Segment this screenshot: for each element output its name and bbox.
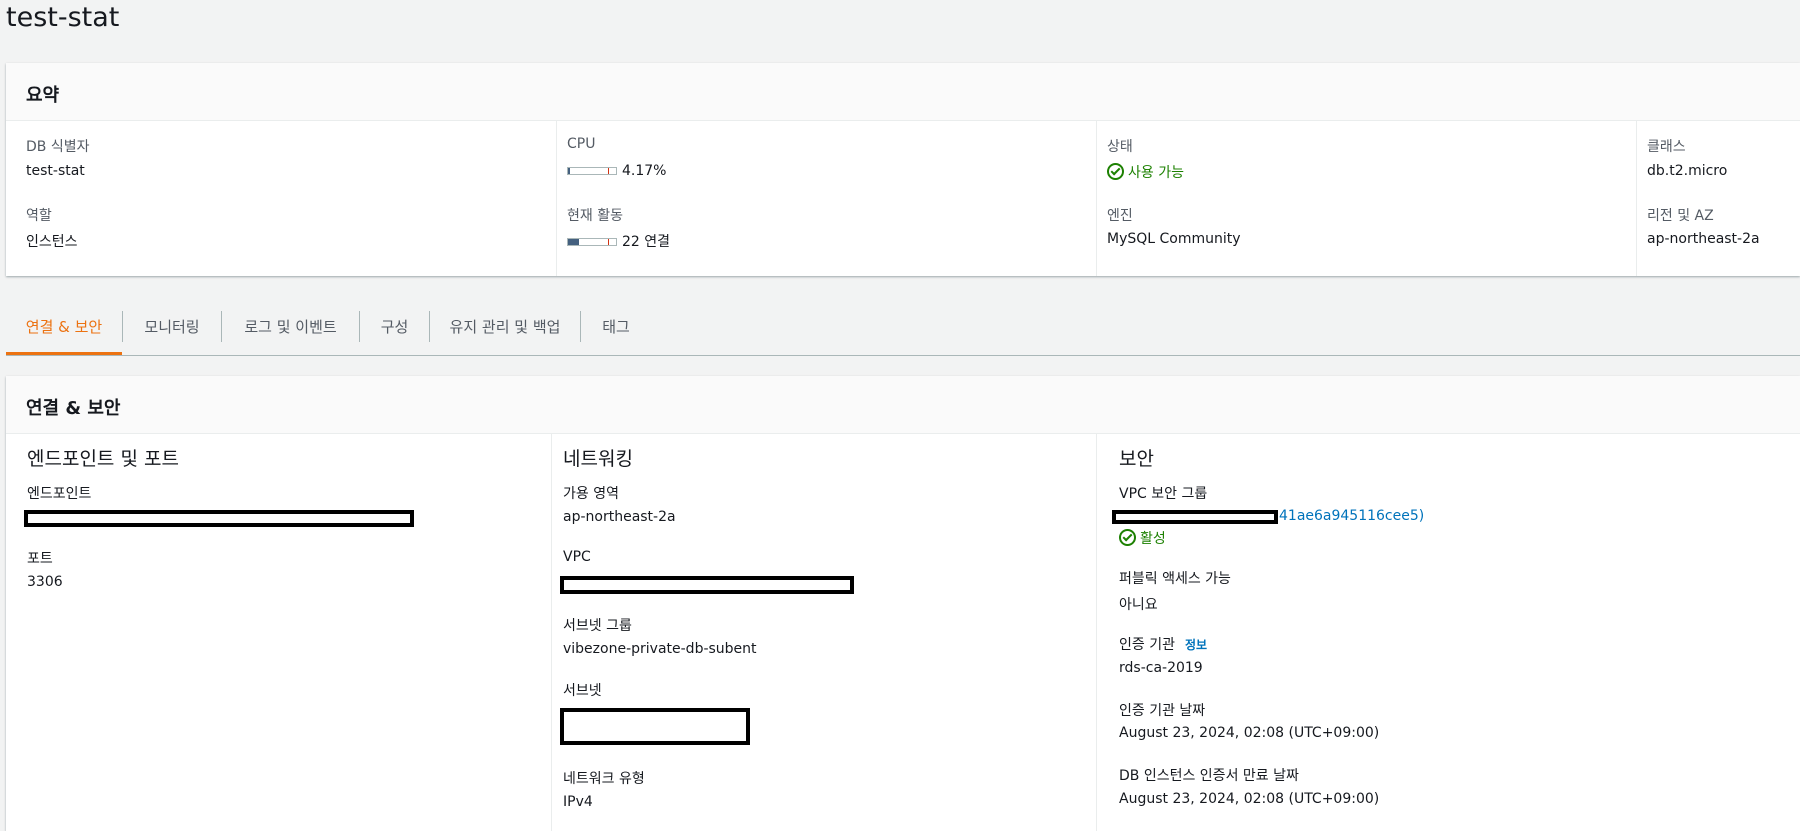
status-label: 상태 (1107, 139, 1133, 155)
cpu-meter-threshold (608, 168, 609, 174)
tab-connectivity-security[interactable]: 연결 & 보안 (6, 297, 122, 355)
vpc-value-redacted[interactable] (560, 576, 854, 594)
cpu-meter-fill (568, 168, 570, 174)
db-identifier-value: test-stat (26, 163, 85, 179)
engine-value: MySQL Community (1107, 231, 1241, 247)
endpoint-value-redacted[interactable] (24, 510, 414, 527)
ca-label: 인증 기관 정보 (1119, 634, 1207, 654)
summary-title: 요약 (26, 85, 60, 106)
network-type-label: 네트워크 유형 (563, 771, 645, 787)
tab-tags[interactable]: 태그 (581, 297, 651, 355)
connectivity-security-panel: 연결 & 보안 엔드포인트 및 포트 엔드포인트 포트 3306 네트워킹 가용… (6, 376, 1800, 831)
summary-col-class: 클래스 db.t2.micro 리전 및 AZ ap-northeast-2a (1636, 121, 1800, 276)
ca-info-link[interactable]: 정보 (1185, 638, 1207, 652)
availability-zone-value: ap-northeast-2a (563, 509, 676, 525)
vpc-label: VPC (563, 549, 591, 565)
activity-connections: 22 연결 (622, 234, 671, 250)
vpc-security-group-label: VPC 보안 그룹 (1119, 486, 1208, 502)
endpoint-port-title: 엔드포인트 및 포트 (27, 448, 179, 470)
cpu-label: CPU (567, 136, 596, 152)
subnet-group-label: 서브넷 그룹 (563, 618, 632, 634)
endpoint-port-section: 엔드포인트 및 포트 엔드포인트 포트 3306 (6, 434, 551, 831)
page-title: test-stat (6, 2, 120, 33)
summary-header: 요약 (6, 63, 1800, 121)
vpc-security-group-link[interactable]: 41ae6a945116cee5) (1279, 508, 1424, 524)
vpc-security-group-status: 활성 (1119, 528, 1166, 548)
subnets-value-redacted (560, 708, 750, 745)
cert-expiry-value: August 23, 2024, 02:08 (UTC+09:00) (1119, 791, 1380, 807)
tab-logs-events[interactable]: 로그 및 이벤트 (222, 297, 359, 355)
endpoint-label: 엔드포인트 (27, 486, 92, 502)
port-label: 포트 (27, 551, 53, 567)
cpu-value: 4.17% (567, 163, 666, 179)
cert-expiry-label: DB 인스턴스 인증서 만료 날짜 (1119, 768, 1299, 784)
ca-date-value: August 23, 2024, 02:08 (UTC+09:00) (1119, 725, 1380, 741)
summary-col-cpu: CPU 4.17% 현재 활동 22 연결 (556, 121, 1097, 276)
summary-col-status: 상태 사용 가능 엔진 MySQL Community (1096, 121, 1637, 276)
tab-maintenance-backups[interactable]: 유지 관리 및 백업 (430, 297, 580, 355)
public-access-value: 아니요 (1119, 597, 1158, 613)
vpc-security-group-redacted (1112, 510, 1278, 524)
cpu-percent: 4.17% (622, 163, 667, 179)
security-section: 보안 VPC 보안 그룹 41ae6a945116cee5) 활성 퍼블릭 액세… (1096, 434, 1800, 831)
ca-date-label: 인증 기관 날짜 (1119, 703, 1206, 719)
activity-meter (567, 238, 617, 246)
summary-col-identifier: DB 식별자 test-stat 역할 인스턴스 (6, 121, 556, 276)
engine-label: 엔진 (1107, 208, 1133, 224)
subnets-label: 서브넷 (563, 683, 602, 699)
tab-configuration[interactable]: 구성 (360, 297, 429, 355)
check-circle-icon (1119, 529, 1136, 546)
activity-meter-fill (568, 239, 579, 245)
tab-monitoring[interactable]: 모니터링 (123, 297, 221, 355)
network-type-value: IPv4 (563, 794, 593, 810)
ca-label-text: 인증 기관 (1119, 637, 1175, 653)
role-value: 인스턴스 (26, 234, 78, 250)
vpc-security-group-status-text: 활성 (1140, 531, 1166, 547)
status-text: 사용 가능 (1128, 165, 1184, 181)
networking-title: 네트워킹 (563, 448, 633, 470)
class-value: db.t2.micro (1647, 163, 1728, 179)
availability-zone-label: 가용 영역 (563, 486, 619, 502)
ca-value: rds-ca-2019 (1119, 660, 1203, 676)
connectivity-title: 연결 & 보안 (26, 398, 121, 419)
cpu-meter (567, 167, 617, 175)
activity-value: 22 연결 (567, 231, 670, 251)
detail-tabs: 연결 & 보안 모니터링 로그 및 이벤트 구성 유지 관리 및 백업 태그 (6, 297, 1800, 356)
activity-label: 현재 활동 (567, 208, 623, 224)
activity-meter-threshold (608, 239, 609, 245)
region-az-value: ap-northeast-2a (1647, 231, 1760, 247)
connectivity-header: 연결 & 보안 (6, 376, 1800, 434)
role-label: 역할 (26, 208, 52, 224)
networking-section: 네트워킹 가용 영역 ap-northeast-2a VPC 서브넷 그룹 vi… (551, 434, 1097, 831)
summary-panel: 요약 DB 식별자 test-stat 역할 인스턴스 CPU 4.17% 현재… (6, 63, 1800, 276)
class-label: 클래스 (1647, 139, 1686, 155)
public-access-label: 퍼블릭 액세스 가능 (1119, 571, 1231, 587)
security-title: 보안 (1119, 448, 1154, 470)
region-az-label: 리전 및 AZ (1647, 208, 1714, 224)
db-identifier-label: DB 식별자 (26, 139, 90, 155)
subnet-group-value[interactable]: vibezone-private-db-subent (563, 641, 757, 657)
check-circle-icon (1107, 163, 1124, 180)
status-badge: 사용 가능 (1107, 162, 1184, 182)
port-value: 3306 (27, 574, 63, 590)
